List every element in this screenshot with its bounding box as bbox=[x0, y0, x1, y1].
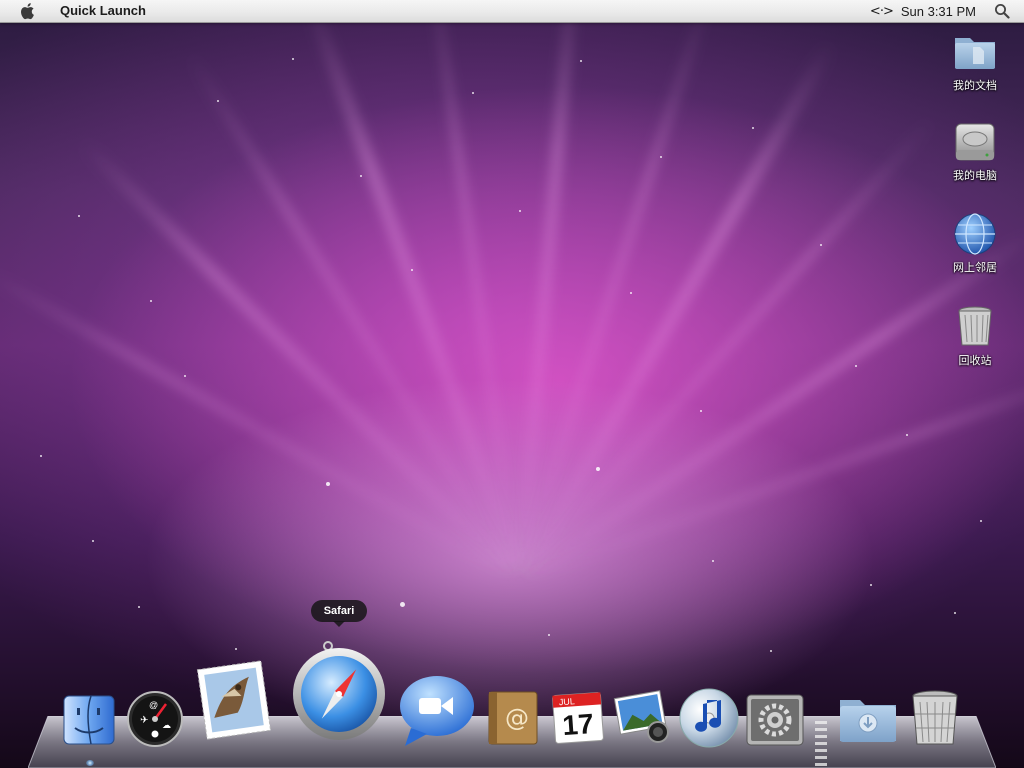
menu-clock[interactable]: Sun 3:31 PM bbox=[901, 4, 976, 19]
dock-item-itunes[interactable] bbox=[677, 686, 741, 748]
folder-icon bbox=[955, 38, 995, 69]
dock-tooltip-arrow bbox=[333, 621, 345, 627]
spotlight-search-icon[interactable] bbox=[994, 3, 1010, 19]
menu-bar: Quick Launch <·> Sun 3:31 PM bbox=[0, 0, 1024, 23]
desktop-icon-label: 我的文档 bbox=[953, 79, 997, 92]
svg-text:@: @ bbox=[505, 704, 529, 732]
dock-item-mail[interactable] bbox=[192, 655, 276, 745]
desktop-icon-label: 网上邻居 bbox=[953, 261, 997, 274]
desktop-icon-my-documents[interactable]: 我的文档 bbox=[943, 28, 1007, 93]
desktop-icon-network-neighborhood[interactable]: 网上邻居 bbox=[943, 210, 1007, 275]
dock-item-dashboard[interactable]: ✈ @ ☁ bbox=[126, 690, 184, 748]
desktop-icon-label: 我的电脑 bbox=[953, 169, 997, 182]
network-globe-icon bbox=[954, 213, 996, 255]
dock-item-finder[interactable] bbox=[61, 692, 117, 748]
dock-item-trash[interactable] bbox=[908, 688, 962, 748]
svg-text:✈: ✈ bbox=[140, 715, 148, 726]
desktop-icon-my-computer[interactable]: 我的电脑 bbox=[943, 118, 1007, 183]
dock-item-address-book[interactable]: @ bbox=[483, 688, 543, 748]
dock-separator bbox=[815, 718, 827, 766]
trash-icon bbox=[958, 306, 992, 346]
dock-item-downloads[interactable] bbox=[836, 692, 900, 746]
menu-extras: <·> Sun 3:31 PM bbox=[870, 2, 1010, 20]
hard-drive-icon bbox=[955, 123, 995, 161]
desktop-wallpaper bbox=[0, 0, 1024, 768]
desktop-icon-recycle-bin[interactable]: 回收站 bbox=[943, 303, 1007, 368]
ical-day: 17 bbox=[561, 708, 594, 741]
dock-tooltip: Safari bbox=[311, 600, 367, 622]
svg-text:@: @ bbox=[149, 700, 158, 710]
svg-text:☁: ☁ bbox=[162, 720, 171, 730]
network-status-icon[interactable]: <·> bbox=[870, 4, 894, 19]
dock-item-ical[interactable]: JUL 17 bbox=[548, 688, 608, 748]
desktop-icon-label: 回收站 bbox=[958, 354, 992, 367]
apple-logo-icon[interactable] bbox=[19, 2, 36, 20]
dock-item-safari[interactable] bbox=[291, 640, 387, 744]
ical-month: JUL bbox=[559, 696, 576, 707]
dock-item-ichat[interactable] bbox=[397, 672, 477, 748]
active-app-name[interactable]: Quick Launch bbox=[60, 3, 146, 18]
dock-item-system-preferences[interactable] bbox=[744, 692, 806, 748]
dock-item-iphoto[interactable] bbox=[612, 686, 674, 748]
finder-running-indicator bbox=[86, 760, 94, 766]
